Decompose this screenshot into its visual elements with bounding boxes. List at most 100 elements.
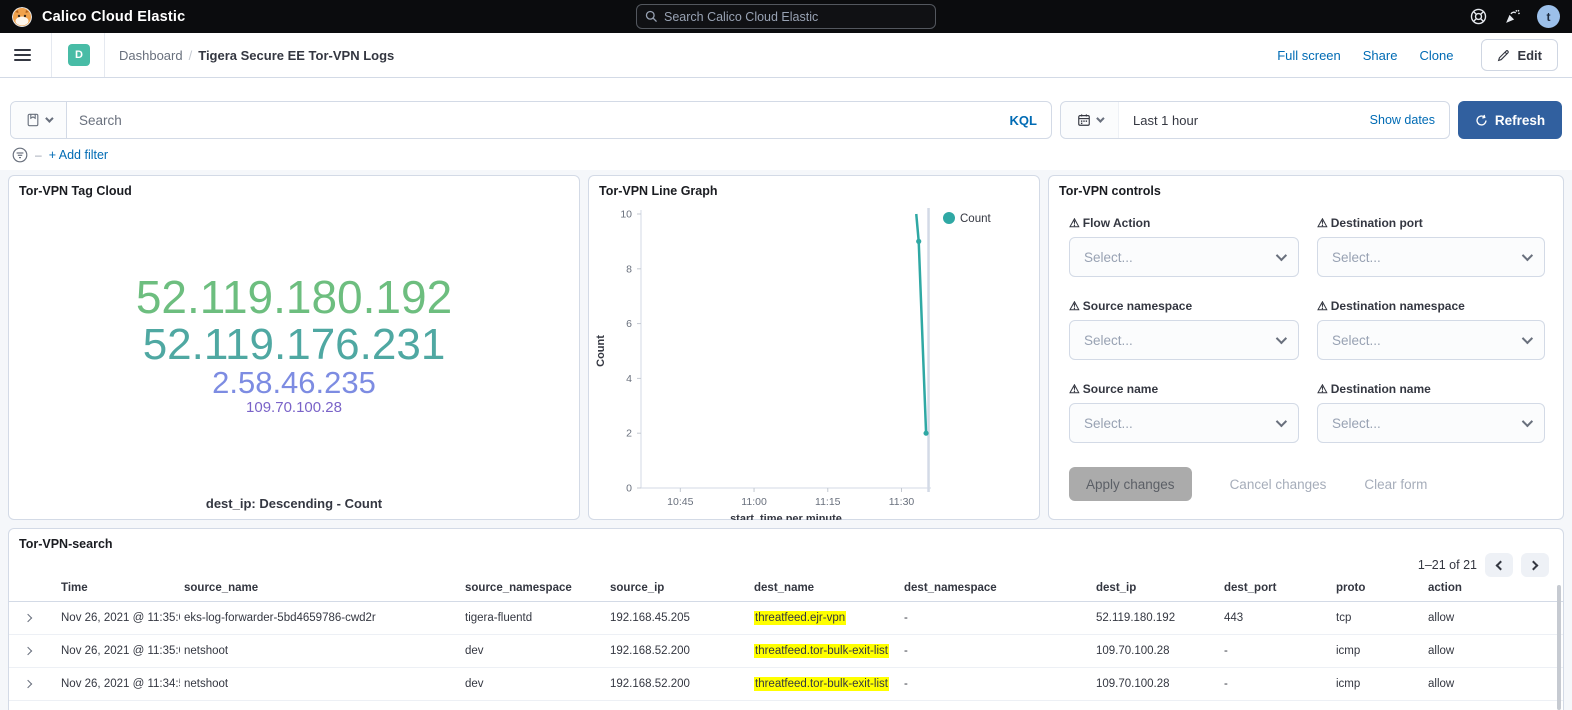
select-source-name[interactable]: Select... xyxy=(1069,403,1299,443)
cell-dest_port: - xyxy=(1220,668,1332,701)
svg-text:10: 10 xyxy=(620,209,632,221)
breadcrumb-separator: / xyxy=(189,48,193,63)
highlighted-dest-name: threatfeed.ejr-vpn xyxy=(754,611,846,625)
cell-source_namespace: tigera-fluentd xyxy=(461,602,606,635)
cell-source_namespace: dev xyxy=(461,668,606,701)
cell-source_name: netshoot xyxy=(180,668,461,701)
pagination-next-button[interactable] xyxy=(1521,553,1549,577)
chevron-down-icon xyxy=(1276,416,1287,427)
whats-new-popper-icon[interactable] xyxy=(1503,8,1521,26)
column-header-dest_ip: dest_ip xyxy=(1092,575,1220,602)
control-field-destination-name: ⚠Destination name Select... xyxy=(1317,382,1545,443)
svg-text:11:15: 11:15 xyxy=(815,496,841,508)
control-field-source-name: ⚠Source name Select... xyxy=(1069,382,1299,443)
chevron-left-icon xyxy=(1496,560,1506,570)
svg-text:10:45: 10:45 xyxy=(667,496,693,508)
table-row: Nov 26, 2021 @ 11:35:04.000netshootdev19… xyxy=(9,635,1564,668)
row-expand-chevron-icon[interactable] xyxy=(24,614,32,622)
add-filter-button[interactable]: + Add filter xyxy=(49,148,108,162)
cell-dest_name: threatfeed.tor-bulk-exit-list xyxy=(750,668,900,701)
search-icon xyxy=(645,10,658,23)
svg-text:0: 0 xyxy=(626,483,632,495)
search-table-title: Tor-VPN-search xyxy=(9,529,1563,551)
refresh-icon xyxy=(1475,114,1488,127)
cell-time: Nov 26, 2021 @ 11:34:54.000 xyxy=(57,668,180,701)
apply-changes-button[interactable]: Apply changes xyxy=(1069,467,1192,501)
calico-logo-icon[interactable] xyxy=(12,7,32,27)
clear-form-button[interactable]: Clear form xyxy=(1364,477,1427,492)
kql-search-bar[interactable]: Search KQL xyxy=(10,101,1052,139)
show-dates-button[interactable]: Show dates xyxy=(1370,113,1449,127)
filter-dash: – xyxy=(35,148,42,162)
row-expand-chevron-icon[interactable] xyxy=(24,647,32,655)
chevron-down-icon xyxy=(1522,416,1533,427)
nav-action-share[interactable]: Share xyxy=(1363,48,1398,63)
column-header-dest_port: dest_port xyxy=(1220,575,1332,602)
global-search-input[interactable]: Search Calico Cloud Elastic xyxy=(636,4,936,29)
cancel-changes-button[interactable]: Cancel changes xyxy=(1230,477,1327,492)
select-source-namespace[interactable]: Select... xyxy=(1069,320,1299,360)
nav-bar: D Dashboard / Tigera Secure EE Tor-VPN L… xyxy=(0,33,1572,78)
column-header-proto: proto xyxy=(1332,575,1424,602)
warning-triangle-icon: ⚠ xyxy=(1069,299,1080,313)
line-chart-svg: 024681010:4511:0011:1511:30CountCountsta… xyxy=(593,202,1033,520)
cell-source_ip: 192.168.52.200 xyxy=(606,635,750,668)
pagination-count: 1–21 of 21 xyxy=(1418,558,1477,572)
tag-cloud-item[interactable]: 109.70.100.28 xyxy=(246,400,342,416)
select-flow-action[interactable]: Select... xyxy=(1069,237,1299,277)
cell-proto: icmp xyxy=(1332,635,1424,668)
chevron-down-icon xyxy=(1522,333,1533,344)
chevron-right-icon xyxy=(1529,560,1539,570)
cell-dest_name: threatfeed.tor-bulk-exit-list xyxy=(750,635,900,668)
control-label: ⚠Flow Action xyxy=(1069,216,1299,230)
kql-language-button[interactable]: KQL xyxy=(1010,113,1051,128)
calendar-menu-button[interactable] xyxy=(1061,102,1119,138)
dashboard-badge[interactable]: D xyxy=(68,44,90,66)
legend-label: Count xyxy=(960,213,991,225)
cell-action: allow xyxy=(1424,635,1564,668)
column-header-source_namespace: source_namespace xyxy=(461,575,606,602)
menu-hamburger-icon[interactable] xyxy=(14,33,52,77)
chevron-down-icon xyxy=(1522,250,1533,261)
saved-query-menu-button[interactable] xyxy=(11,102,67,138)
tag-cloud-item[interactable]: 52.119.176.231 xyxy=(143,322,446,368)
cell-dest_name: threatfeed.ejr-vpn xyxy=(750,602,900,635)
svg-text:8: 8 xyxy=(626,263,632,275)
tag-cloud-item[interactable]: 2.58.46.235 xyxy=(212,367,376,399)
nav-action-clone[interactable]: Clone xyxy=(1419,48,1453,63)
table-scrollbar[interactable] xyxy=(1557,585,1561,710)
select-destination-name[interactable]: Select... xyxy=(1317,403,1545,443)
warning-triangle-icon: ⚠ xyxy=(1317,216,1328,230)
select-destination-namespace[interactable]: Select... xyxy=(1317,320,1545,360)
edit-button[interactable]: Edit xyxy=(1481,39,1558,71)
tag-cloud-title: Tor-VPN Tag Cloud xyxy=(9,176,579,198)
line-chart: 024681010:4511:0011:1511:30CountCountsta… xyxy=(593,202,1033,525)
breadcrumb: Dashboard / Tigera Secure EE Tor-VPN Log… xyxy=(104,33,394,77)
select-destination-port[interactable]: Select... xyxy=(1317,237,1545,277)
chevron-down-icon xyxy=(1276,250,1287,261)
breadcrumb-current: Tigera Secure EE Tor-VPN Logs xyxy=(198,48,394,63)
cell-time: Nov 26, 2021 @ 11:35:04.000 xyxy=(57,602,180,635)
chevron-down-icon xyxy=(45,114,53,122)
chevron-down-icon xyxy=(1096,114,1104,122)
control-label: ⚠Source namespace xyxy=(1069,299,1299,313)
user-avatar[interactable]: t xyxy=(1537,5,1560,28)
time-range-value[interactable]: Last 1 hour xyxy=(1119,113,1198,128)
filter-icon[interactable] xyxy=(12,147,28,163)
svg-text:11:30: 11:30 xyxy=(889,496,915,508)
saved-query-icon xyxy=(26,113,40,127)
help-lifering-icon[interactable] xyxy=(1469,8,1487,26)
nav-action-full-screen[interactable]: Full screen xyxy=(1277,48,1341,63)
breadcrumb-dashboard[interactable]: Dashboard xyxy=(119,48,183,63)
cell-time: Nov 26, 2021 @ 11:35:04.000 xyxy=(57,635,180,668)
tag-cloud-item[interactable]: 52.119.180.192 xyxy=(136,274,452,322)
control-label: ⚠Source name xyxy=(1069,382,1299,396)
control-label: ⚠Destination name xyxy=(1317,382,1545,396)
cell-source_namespace: dev xyxy=(461,635,606,668)
top-header: Calico Cloud Elastic Search Calico Cloud… xyxy=(0,0,1572,33)
refresh-button[interactable]: Refresh xyxy=(1458,101,1562,139)
row-expand-chevron-icon[interactable] xyxy=(24,680,32,688)
pagination-prev-button[interactable] xyxy=(1485,553,1513,577)
logs-table: Timesource_namesource_namespacesource_ip… xyxy=(9,575,1564,701)
time-range-picker[interactable]: Last 1 hour Show dates xyxy=(1060,101,1450,139)
